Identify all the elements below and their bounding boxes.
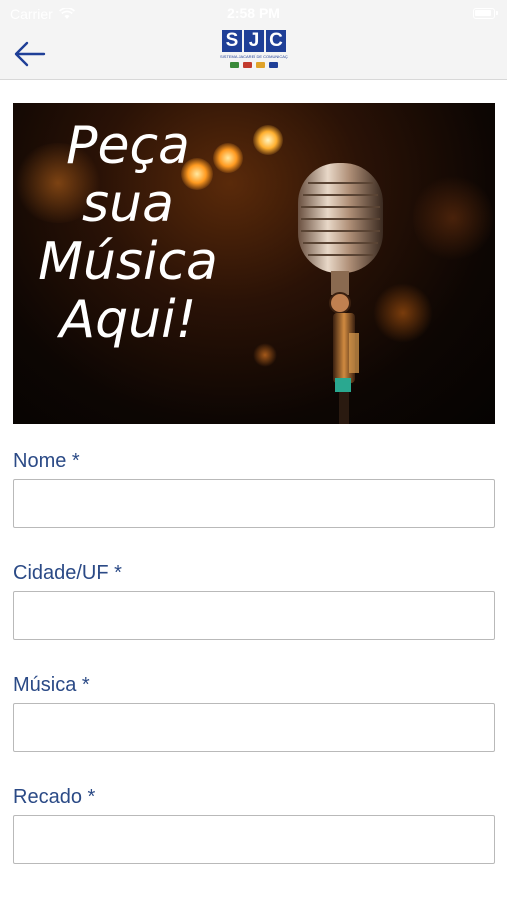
request-song-banner: Peça sua Música Aqui! <box>13 103 495 424</box>
logo-letter-c: C <box>266 30 286 52</box>
song-input[interactable] <box>13 703 495 752</box>
message-label: Recado * <box>13 786 96 808</box>
song-label: Música * <box>13 674 90 696</box>
logo-word: S J C <box>220 30 288 52</box>
song-request-form: Nome * Cidade/UF * Música * Recado * <box>13 448 495 896</box>
message-field-group: Recado * <box>13 784 495 896</box>
city-field-group: Cidade/UF * <box>13 560 495 672</box>
name-input[interactable] <box>13 479 495 528</box>
partner-mark <box>243 62 252 68</box>
banner-line: Aqui! <box>59 290 197 350</box>
battery-icon <box>473 8 498 19</box>
bokeh-light <box>413 173 493 263</box>
logo-tagline: SISTEMA JACAREÍ DE COMUNICAÇÃO <box>220 54 288 59</box>
partner-mark <box>269 62 278 68</box>
sjc-logo: S J C SISTEMA JACAREÍ DE COMUNICAÇÃO <box>220 30 288 74</box>
banner-headline: Peça sua Música Aqui! <box>13 117 243 349</box>
banner-line: sua <box>82 174 174 234</box>
partner-mark <box>230 62 239 68</box>
arrow-left-icon <box>14 41 46 67</box>
city-label: Cidade/UF * <box>13 562 122 584</box>
logo-letter-j: J <box>244 30 264 52</box>
logo-partner-marks <box>220 62 288 68</box>
song-field-group: Música * <box>13 672 495 784</box>
status-time: 2:58 PM <box>227 5 280 21</box>
banner-line: Música <box>38 232 218 292</box>
nav-bar: S J C SISTEMA JACAREÍ DE COMUNICAÇÃO <box>0 28 507 80</box>
logo-letter-s: S <box>222 30 242 52</box>
partner-mark <box>256 62 265 68</box>
banner-line: Peça <box>66 116 190 176</box>
message-input[interactable] <box>13 815 495 864</box>
bokeh-light <box>253 125 283 155</box>
city-input[interactable] <box>13 591 495 640</box>
back-button[interactable] <box>10 36 50 72</box>
name-label: Nome * <box>13 450 80 472</box>
bokeh-light <box>253 343 277 367</box>
name-field-group: Nome * <box>13 448 495 560</box>
microphone-image <box>298 163 383 424</box>
status-bar: Carrier 2:58 PM <box>0 0 507 28</box>
